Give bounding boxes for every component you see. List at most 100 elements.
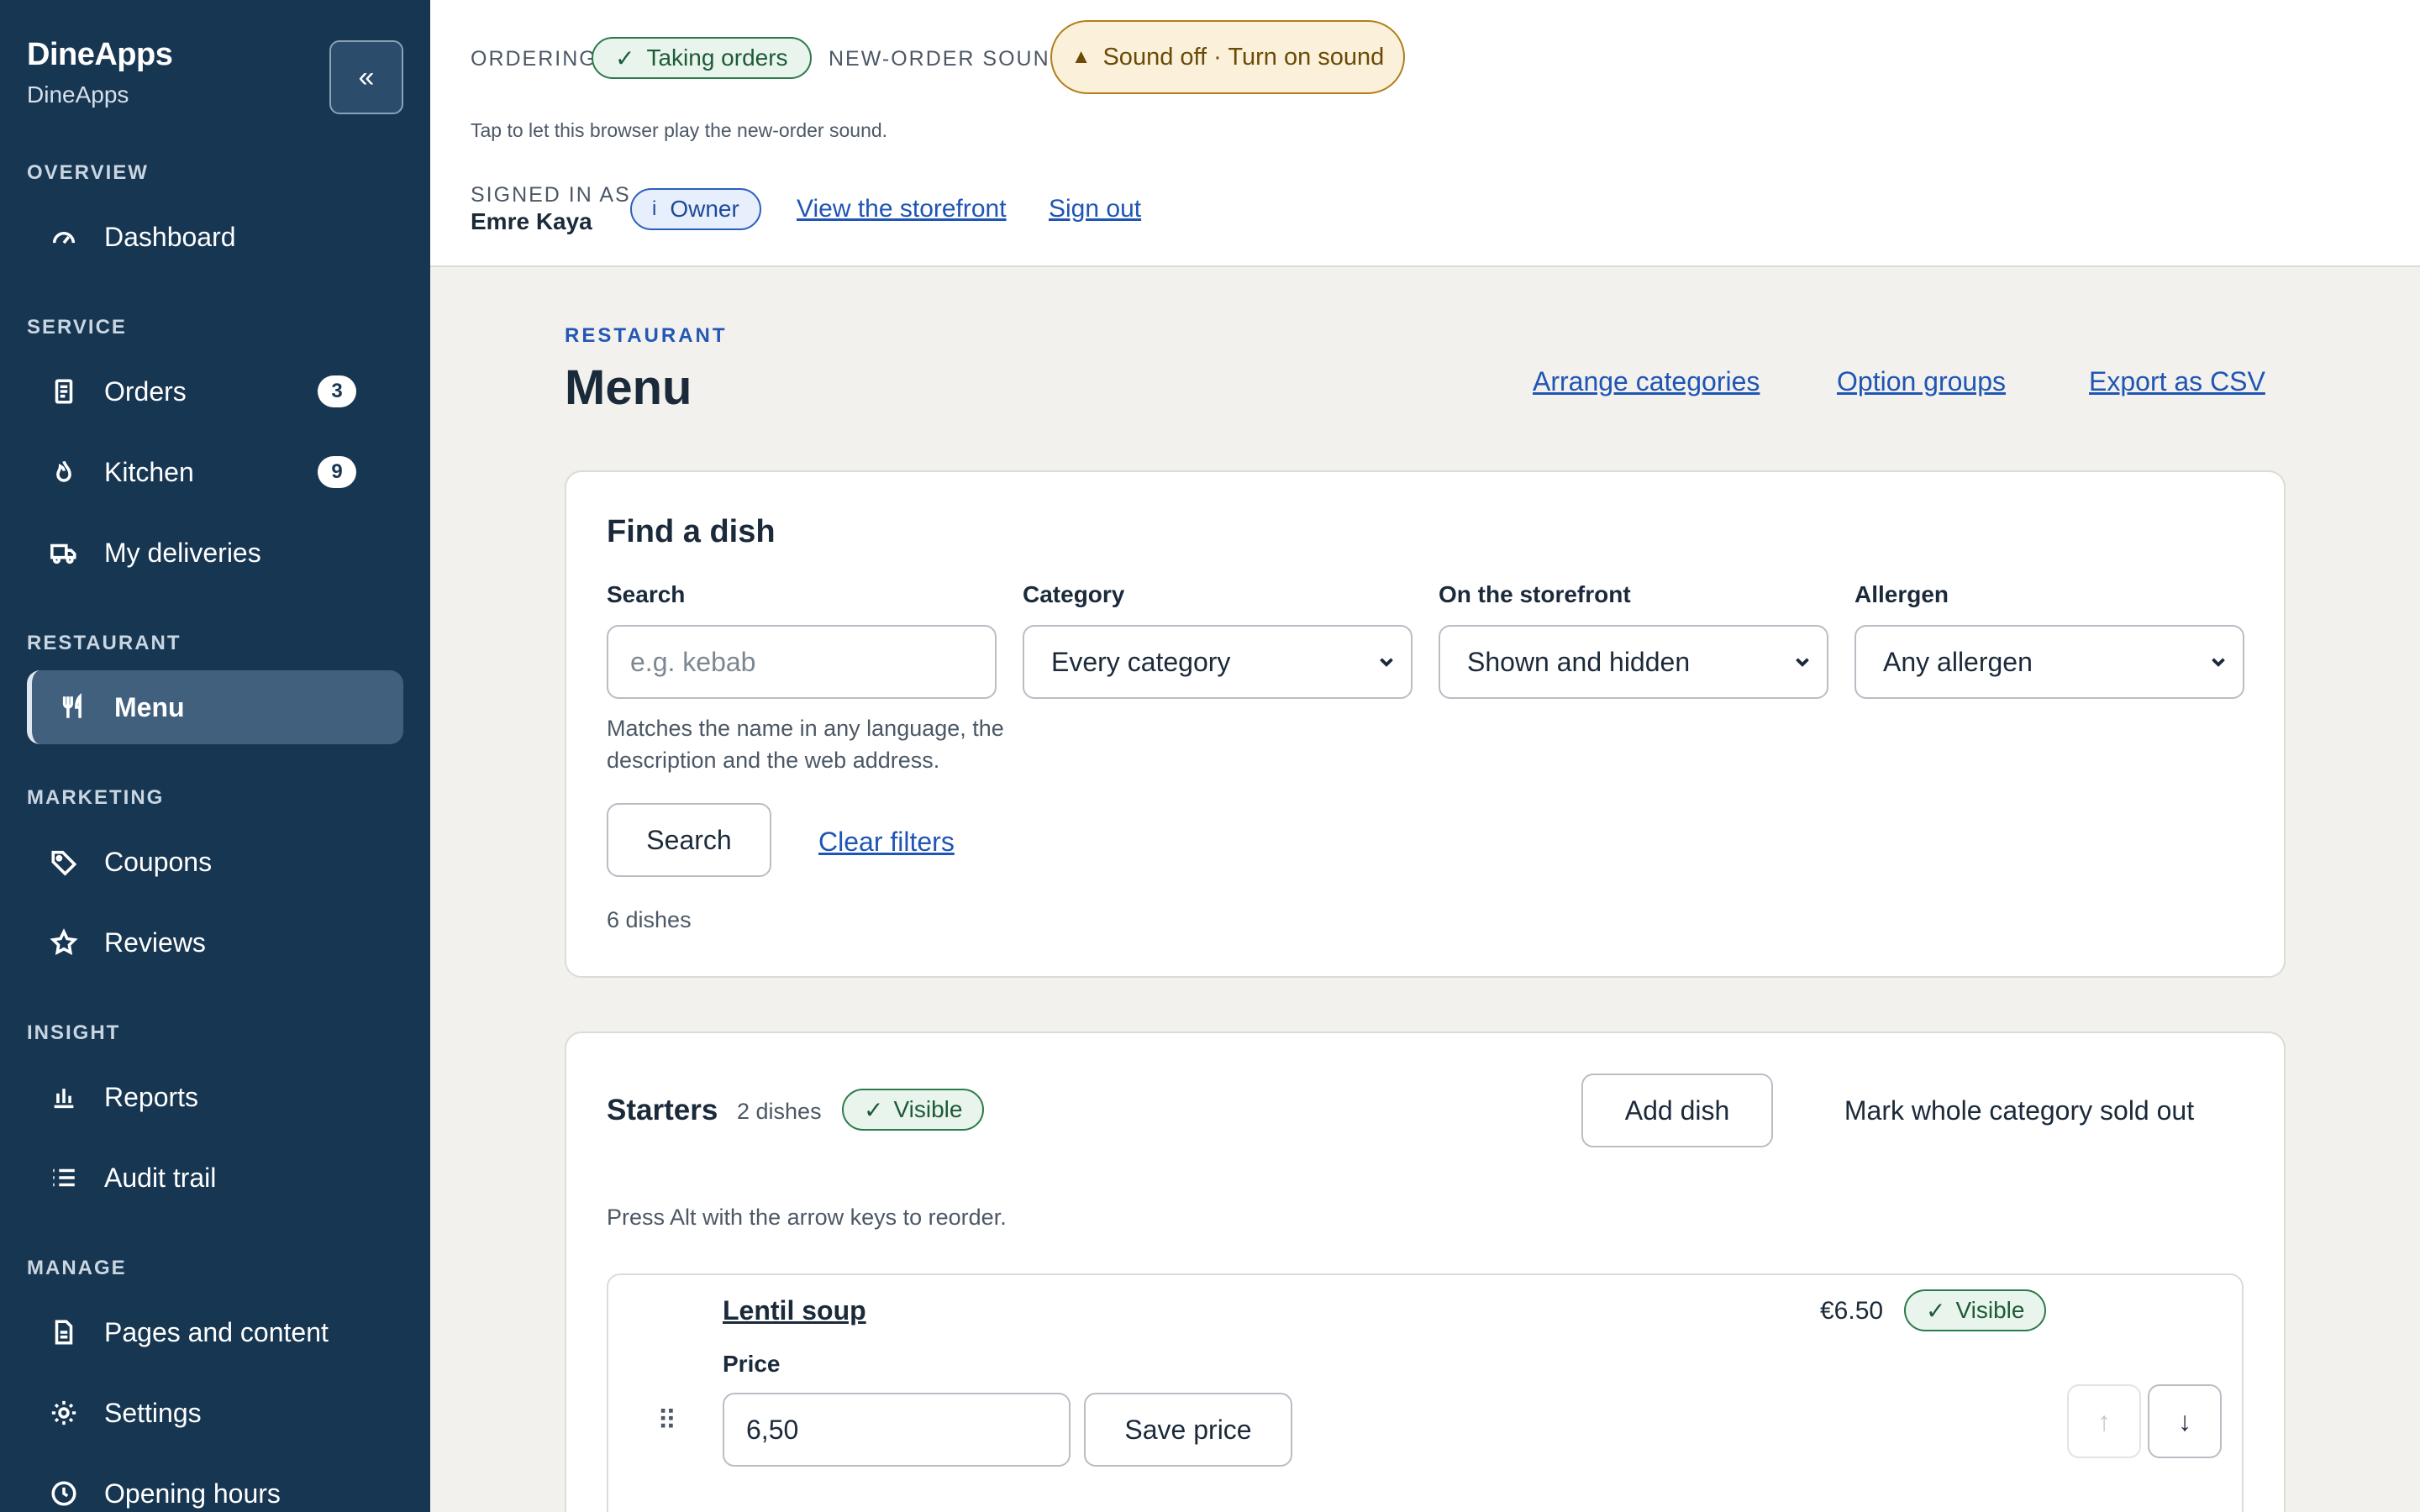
cutlery-icon [57, 693, 91, 722]
section-manage: MANAGE [27, 1257, 127, 1279]
sidebar-item-pages[interactable]: Pages and content [27, 1295, 403, 1369]
move-up-button[interactable]: ↑ [2067, 1384, 2141, 1458]
find-dish-title: Find a dish [607, 514, 776, 549]
section-restaurant: RESTAURANT [27, 632, 182, 654]
mark-category-sold-out-button[interactable]: Mark whole category sold out [1812, 1074, 2227, 1147]
visibility-text: Visible [893, 1096, 963, 1122]
role-badge: i Owner [630, 188, 761, 230]
clock-icon [47, 1479, 81, 1508]
check-icon: ✓ [1926, 1297, 1946, 1324]
sound-label: NEW-ORDER SOUND [829, 47, 1067, 71]
ordering-label: ORDERING [471, 47, 597, 71]
page-eyebrow: RESTAURANT [565, 324, 728, 347]
category-dish-count: 2 dishes [737, 1099, 822, 1124]
sidebar-item-audit[interactable]: Audit trail [27, 1141, 403, 1215]
info-icon: i [652, 197, 657, 220]
search-button[interactable]: Search [607, 803, 771, 877]
arrange-categories-link[interactable]: Arrange categories [1533, 366, 1760, 397]
chevron-down-icon [1376, 648, 1397, 670]
dish-visibility-badge: ✓ Visible [1904, 1289, 2047, 1331]
sidebar-item-coupons[interactable]: Coupons [27, 825, 403, 899]
sidebar-item-orders[interactable]: Orders 3 [27, 354, 403, 428]
category-visibility-badge: ✓ Visible [842, 1089, 985, 1131]
section-insight: INSIGHT [27, 1021, 121, 1044]
turn-on-sound-button[interactable]: ▲ Sound off · Turn on sound [1050, 20, 1405, 94]
sidebar-item-label: Reviews [104, 927, 206, 958]
storefront-value: Shown and hidden [1467, 646, 1691, 677]
flame-icon [47, 458, 81, 486]
storefront-select[interactable]: Shown and hidden [1439, 625, 1828, 699]
sidebar-item-reviews[interactable]: Reviews [27, 906, 403, 979]
sound-hint: Tap to let this browser play the new-ord… [471, 119, 888, 141]
result-count: 6 dishes [607, 907, 692, 932]
chevron-down-icon [2207, 648, 2229, 670]
sidebar-item-label: Kitchen [104, 456, 194, 487]
sidebar-item-dashboard[interactable]: Dashboard [27, 200, 403, 274]
add-dish-button[interactable]: Add dish [1581, 1074, 1773, 1147]
chevron-down-icon [1791, 648, 1813, 670]
check-icon: ✓ [615, 45, 635, 71]
clear-filters-link[interactable]: Clear filters [818, 827, 955, 858]
ordering-status-text: Taking orders [646, 45, 788, 71]
option-groups-link[interactable]: Option groups [1837, 366, 2006, 397]
allergen-select[interactable]: Any allergen [1854, 625, 2244, 699]
section-marketing: MARKETING [27, 786, 165, 809]
sidebar-item-label: Menu [114, 691, 185, 722]
category-name: Starters [607, 1094, 718, 1126]
sidebar-item-label: My deliveries [104, 537, 261, 568]
allergen-value: Any allergen [1883, 646, 2033, 677]
sidebar-item-menu[interactable]: Menu [27, 670, 403, 744]
drag-handle-icon[interactable]: ⠿ [657, 1404, 677, 1436]
collapse-sidebar-button[interactable]: « [329, 40, 403, 114]
document-icon [47, 1318, 81, 1347]
category-value: Every category [1051, 646, 1231, 677]
allergen-label: Allergen [1854, 581, 1949, 607]
sidebar-item-label: Orders [104, 375, 187, 407]
sidebar-item-label: Audit trail [104, 1162, 217, 1193]
ordering-status-badge[interactable]: ✓ Taking orders [592, 37, 812, 79]
dish-name-link[interactable]: Lentil soup [723, 1295, 866, 1326]
sidebar-item-label: Settings [104, 1397, 202, 1428]
sidebar-item-deliveries[interactable]: My deliveries [27, 516, 403, 590]
sidebar-item-label: Coupons [104, 846, 213, 877]
search-input[interactable]: e.g. kebab [607, 625, 997, 699]
category-select[interactable]: Every category [1023, 625, 1413, 699]
truck-icon [47, 538, 81, 567]
receipt-icon [47, 377, 81, 406]
view-storefront-link[interactable]: View the storefront [797, 195, 1007, 223]
sidebar-item-label: Pages and content [104, 1316, 329, 1347]
search-help-text: Matches the name in any language, the de… [607, 716, 1004, 773]
sidebar-item-label: Reports [104, 1081, 199, 1112]
export-csv-link[interactable]: Export as CSV [2089, 366, 2265, 397]
check-icon: ✓ [864, 1096, 884, 1123]
move-down-button[interactable]: ↓ [2148, 1384, 2222, 1458]
sidebar-item-kitchen[interactable]: Kitchen 9 [27, 435, 403, 509]
brand-subtitle: DineApps [27, 81, 129, 108]
star-icon [47, 928, 81, 957]
gear-icon [47, 1399, 81, 1427]
list-icon [47, 1163, 81, 1192]
sidebar-item-settings[interactable]: Settings [27, 1376, 403, 1450]
sidebar-item-label: Opening hours [104, 1478, 281, 1509]
visibility-text: Visible [1955, 1297, 2025, 1323]
signed-in-label: SIGNED IN AS [471, 183, 631, 207]
reorder-hint: Press Alt with the arrow keys to reorder… [607, 1205, 1007, 1230]
user-name: Emre Kaya [471, 208, 592, 234]
gauge-icon [47, 223, 81, 251]
sound-button-text: Sound off · Turn on sound [1102, 43, 1385, 71]
save-price-button[interactable]: Save price [1084, 1393, 1292, 1467]
section-overview: OVERVIEW [27, 161, 149, 184]
orders-count-badge: 3 [318, 375, 356, 407]
storefront-label: On the storefront [1439, 581, 1631, 607]
sign-out-link[interactable]: Sign out [1049, 195, 1141, 223]
tag-icon [47, 848, 81, 876]
brand: DineApps DineApps [27, 37, 173, 108]
bar-chart-icon [47, 1083, 81, 1111]
sidebar: DineApps DineApps « OVERVIEW Dashboard S… [0, 0, 430, 1512]
sidebar-item-hours[interactable]: Opening hours [27, 1457, 403, 1512]
sidebar-item-label: Dashboard [104, 221, 236, 252]
category-label: Category [1023, 581, 1125, 607]
sidebar-item-reports[interactable]: Reports [27, 1060, 403, 1134]
role-text: Owner [670, 196, 739, 222]
price-input[interactable]: 6,50 [723, 1393, 1071, 1467]
